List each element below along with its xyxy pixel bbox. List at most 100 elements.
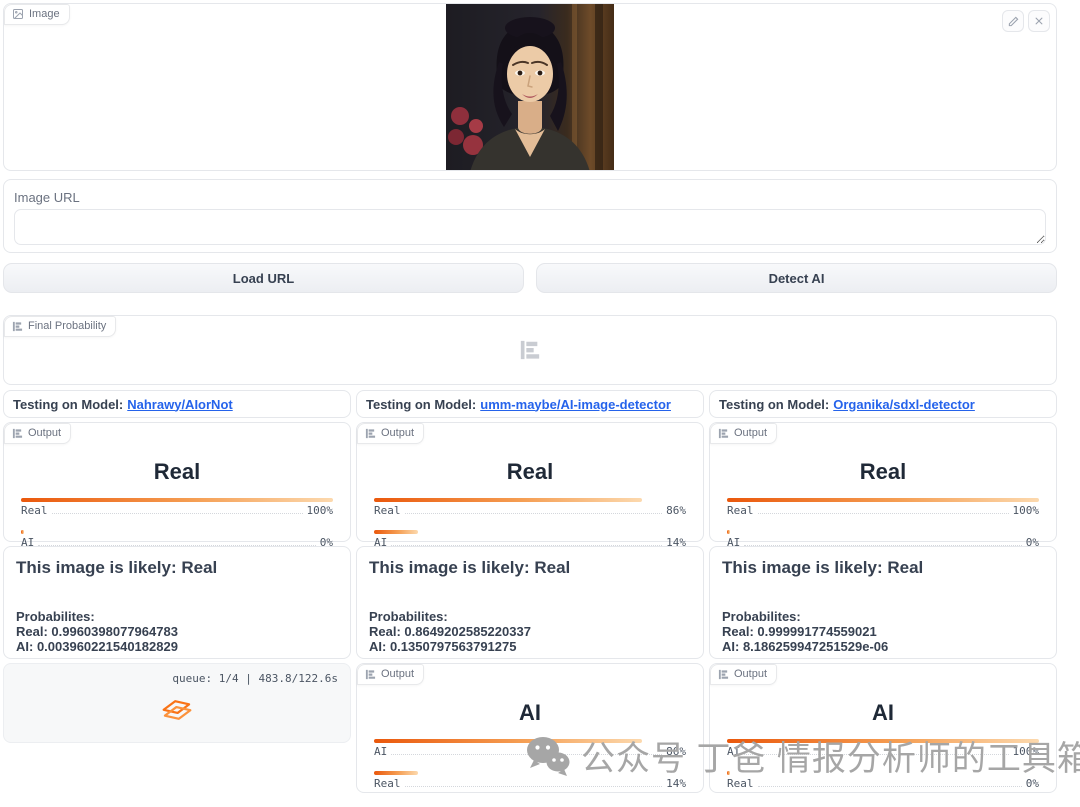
confidence-bar — [374, 498, 686, 502]
probability-real: Real: 0.9960398077964783 — [16, 625, 338, 640]
label-chart-icon — [12, 428, 23, 439]
output-label-text: Output — [28, 427, 61, 439]
probability-real: Real: 0.8649202585220337 — [369, 625, 691, 640]
pencil-icon — [1008, 16, 1019, 27]
image-url-input[interactable] — [14, 209, 1046, 245]
bar-percentage: 86% — [666, 745, 686, 758]
output-label-text: Output — [381, 668, 414, 680]
dotted-leader — [744, 754, 1008, 755]
top-prediction-label: Real — [21, 459, 333, 485]
queue-status-text: queue: 1/4 | 483.8/122.6s — [16, 672, 338, 685]
bar-label: AI — [374, 745, 387, 758]
output-component-label: Output — [710, 423, 777, 444]
confidence-bar — [374, 771, 686, 775]
label-chart-icon — [718, 428, 729, 439]
top-prediction-label: Real — [374, 459, 686, 485]
dotted-leader — [758, 786, 1022, 787]
second-output-panel-col2: Output AI AI 86% Real 14% — [356, 663, 704, 793]
detect-ai-button[interactable]: Detect AI — [536, 263, 1057, 293]
output-panel-col1: Output Real Real100% AI0% — [3, 422, 351, 542]
bar-percentage: 100% — [1013, 504, 1040, 517]
model-results-grid: Testing on Model: Nahrawy/AIorNot Testin… — [3, 390, 1057, 793]
model-link-organika-sdxl-detector[interactable]: Organika/sdxl-detector — [833, 397, 975, 412]
model-header-3: Testing on Model: Organika/sdxl-detector — [709, 390, 1057, 418]
top-prediction-label: Real — [727, 459, 1039, 485]
output-panel-col2: Output Real Real86% AI14% — [356, 422, 704, 542]
confidence-bar — [374, 739, 686, 743]
verdict-panel-col3: This image is likely: Real Probabilites:… — [709, 546, 1057, 659]
probability-ai: AI: 0.003960221540182829 — [16, 640, 338, 655]
confidence-bar — [374, 530, 686, 534]
bar-label: Real — [374, 504, 401, 517]
probabilities-title: Probabilites: — [16, 610, 338, 625]
dotted-leader — [391, 754, 662, 755]
likely-verdict-text: This image is likely: Real — [722, 558, 1044, 578]
probability-ai: AI: 0.1350797563791275 — [369, 640, 691, 655]
model-link-umm-maybe-ai-image-detector[interactable]: umm-maybe/AI-image-detector — [480, 397, 671, 412]
probability-ai: AI: 8.186259947251529e-06 — [722, 640, 1044, 655]
likely-verdict-text: This image is likely: Real — [16, 558, 338, 578]
image-url-label: Image URL — [14, 190, 1046, 205]
second-output-panel-col3: Output AI AI100% Real0% — [709, 663, 1057, 793]
output-label-text: Output — [734, 427, 767, 439]
model-header-2: Testing on Model: umm-maybe/AI-image-det… — [356, 390, 704, 418]
bar-percentage: 100% — [1013, 745, 1040, 758]
close-icon — [1034, 16, 1044, 26]
verdict-panel-col2: This image is likely: Real Probabilites:… — [356, 546, 704, 659]
output-label-text: Output — [381, 427, 414, 439]
label-chart-icon — [718, 669, 729, 680]
verdict-panel-col1: This image is likely: Real Probabilites:… — [3, 546, 351, 659]
bar-label: Real — [21, 504, 48, 517]
bar-percentage: 14% — [666, 777, 686, 790]
bar-label: Real — [727, 504, 754, 517]
bar-percentage: 0% — [1026, 777, 1039, 790]
probabilities-title: Probabilites: — [369, 610, 691, 625]
action-button-row: Load URL Detect AI — [3, 263, 1057, 293]
image-url-panel: Image URL — [3, 179, 1057, 253]
output-component-label: Output — [710, 664, 777, 685]
confidence-bar — [727, 498, 1039, 502]
label-chart-icon — [365, 669, 376, 680]
load-url-button[interactable]: Load URL — [3, 263, 524, 293]
image-label-text: Image — [29, 8, 60, 20]
image-icon — [12, 8, 24, 20]
gradio-loading-icon — [160, 695, 194, 725]
likely-verdict-text: This image is likely: Real — [369, 558, 691, 578]
queue-status-panel: queue: 1/4 | 483.8/122.6s — [3, 663, 351, 743]
dotted-leader — [758, 513, 1009, 514]
image-component-label: Image — [4, 4, 70, 25]
probability-real: Real: 0.999991774559021 — [722, 625, 1044, 640]
dotted-leader — [405, 786, 663, 787]
label-chart-icon — [365, 428, 376, 439]
top-prediction-label: AI — [374, 700, 686, 726]
final-probability-label: Final Probability — [4, 316, 116, 337]
output-component-label: Output — [357, 664, 424, 685]
bar-percentage: 100% — [307, 504, 334, 517]
clear-image-button[interactable] — [1028, 10, 1050, 32]
output-label-text: Output — [734, 668, 767, 680]
model-link-nahrawy-aiornot[interactable]: Nahrawy/AIorNot — [127, 397, 232, 412]
label-chart-icon — [12, 321, 23, 332]
dotted-leader — [52, 513, 303, 514]
confidence-bar — [727, 739, 1039, 743]
top-prediction-label: AI — [727, 700, 1039, 726]
image-toolbar — [1002, 10, 1050, 32]
bar-label: Real — [374, 777, 401, 790]
confidence-bar — [727, 530, 1039, 534]
confidence-bar — [21, 498, 333, 502]
confidence-bar — [727, 771, 1039, 775]
testing-on-model-text: Testing on Model: — [366, 397, 476, 412]
final-probability-panel: Final Probability — [3, 315, 1057, 385]
bar-percentage: 86% — [666, 504, 686, 517]
edit-image-button[interactable] — [1002, 10, 1024, 32]
uploaded-portrait-image — [446, 4, 614, 171]
model-header-1: Testing on Model: Nahrawy/AIorNot — [3, 390, 351, 418]
output-panel-col3: Output Real Real100% AI0% — [709, 422, 1057, 542]
image-preview-panel: Image — [3, 3, 1057, 171]
confidence-bar — [21, 530, 333, 534]
output-component-label: Output — [4, 423, 71, 444]
testing-on-model-text: Testing on Model: — [13, 397, 123, 412]
bar-label: Real — [727, 777, 754, 790]
app-page: Image — [3, 3, 1057, 793]
probabilities-title: Probabilites: — [722, 610, 1044, 625]
